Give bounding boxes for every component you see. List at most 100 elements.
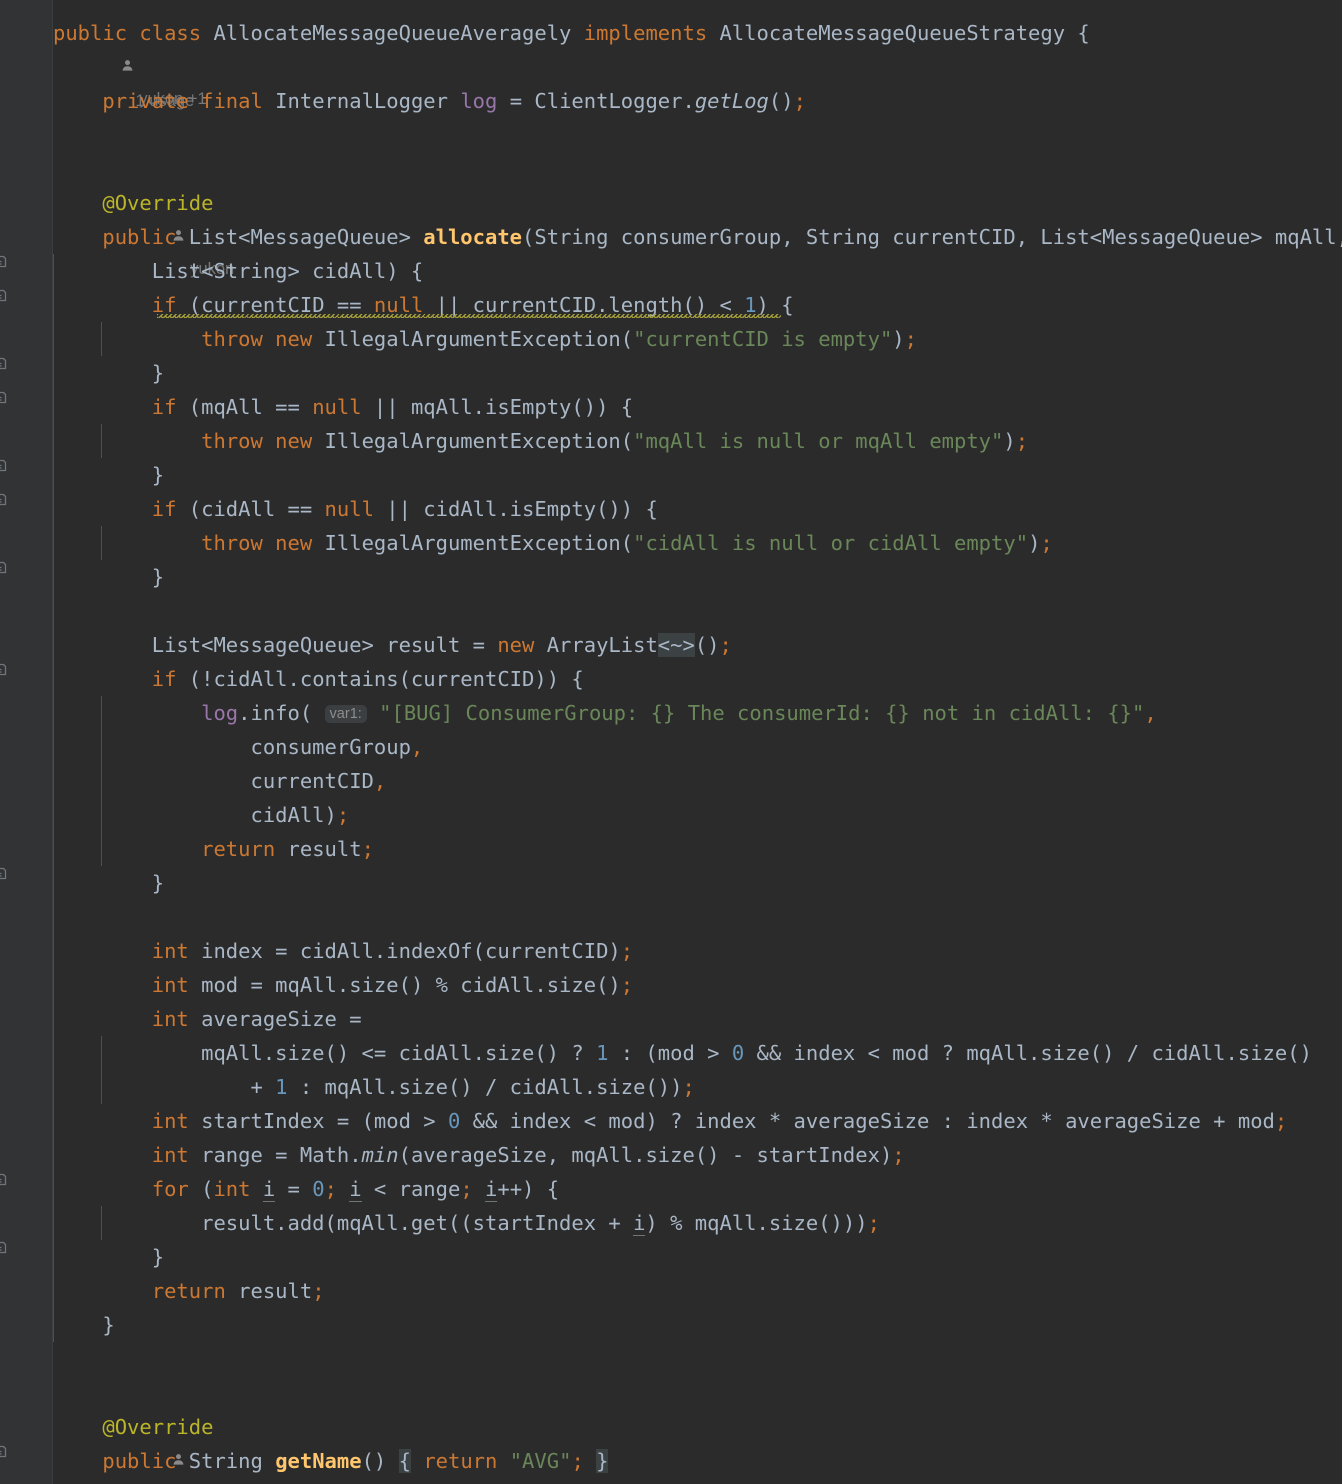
code-line[interactable]: mqAll.size() <= cidAll.size() ? 1 : (mod… [53, 1036, 1312, 1070]
code-line[interactable]: throw new IllegalArgumentException("cidA… [53, 526, 1053, 560]
code-token-plain: consumerGroup [53, 735, 411, 759]
implementing-method-icon[interactable] [0, 288, 8, 305]
code-line[interactable]: consumerGroup, [53, 730, 423, 764]
code-token-kw: final [201, 89, 263, 113]
code-line[interactable]: } [53, 356, 164, 390]
code-token-plain: ( [188, 1177, 214, 1201]
editor-gutter[interactable] [0, 0, 53, 1484]
code-token-plain: ) [1003, 429, 1016, 453]
code-token-plain: = [275, 1177, 313, 1201]
code-area[interactable]: yukon +1 1 usage yukon yukon pub [53, 0, 1342, 1484]
code-line[interactable]: public List<MessageQueue> allocate(Strin… [53, 220, 1342, 254]
code-line[interactable]: throw new IllegalArgumentException("curr… [53, 322, 917, 356]
code-line[interactable]: int range = Math.min(averageSize, mqAll.… [53, 1138, 905, 1172]
indent-guide [101, 696, 102, 866]
code-token-plain: ) % mqAll.size())) [645, 1211, 868, 1235]
code-line[interactable]: private final InternalLogger log = Clien… [53, 84, 806, 118]
code-token-plain: ) [892, 327, 905, 351]
code-line[interactable]: + 1 : mqAll.size() / cidAll.size()); [53, 1070, 695, 1104]
code-token-plain: ArrayList [534, 633, 658, 657]
implementing-method-icon[interactable] [0, 390, 8, 407]
code-line[interactable]: @Override [53, 186, 213, 220]
code-line[interactable]: public String getName() { return "AVG"; … [53, 1444, 609, 1478]
code-token-plain: mqAll.size() <= cidAll.size() ? [53, 1041, 597, 1065]
implementing-method-icon[interactable] [0, 866, 8, 883]
code-line[interactable]: currentCID, [53, 764, 386, 798]
code-token-semi: ; [1040, 531, 1053, 555]
code-token-semi: ; [324, 1177, 337, 1201]
code-token-plain: IllegalArgumentException( [312, 531, 634, 555]
code-token-stat: getLog [694, 89, 769, 113]
code-line[interactable]: } [53, 560, 164, 594]
implementing-method-icon[interactable] [0, 662, 8, 679]
code-token-plain: result.add(mqAll.get((startIndex + [53, 1211, 634, 1235]
code-token-anno: @Override [53, 1415, 214, 1439]
code-vision-author-getname[interactable]: yukon [108, 1376, 234, 1465]
implementing-method-icon[interactable] [0, 560, 8, 577]
code-token-kw: throw [201, 531, 263, 555]
code-token-str: "mqAll is null or mqAll empty" [633, 429, 1004, 453]
code-line[interactable]: int index = cidAll.indexOf(currentCID); [53, 934, 633, 968]
code-token-uline: i [485, 1177, 498, 1202]
code-token-plain: = ClientLogger. [497, 89, 695, 113]
code-token-num: 1 [596, 1041, 609, 1065]
code-line[interactable]: } [53, 1308, 114, 1342]
code-line[interactable]: } [53, 458, 164, 492]
code-line[interactable]: result.add(mqAll.get((startIndex + i) % … [53, 1206, 880, 1240]
code-line[interactable]: } [53, 866, 164, 900]
code-line[interactable]: List<String> cidAll) { [53, 254, 424, 288]
code-vision-authors-top[interactable]: yukon +1 [57, 0, 207, 108]
code-line[interactable]: for (int i = 0; i < range; i++) { [53, 1172, 559, 1206]
code-token-semi: ; [904, 327, 917, 351]
code-line[interactable]: } [53, 1240, 164, 1274]
code-token-kw: throw [201, 429, 263, 453]
code-line[interactable]: return result; [53, 1274, 325, 1308]
code-token-plain: (averageSize, mqAll.size() - startIndex) [398, 1143, 893, 1167]
code-line[interactable]: throw new IllegalArgumentException("mqAl… [53, 424, 1028, 458]
code-token-semi: , [410, 735, 424, 759]
implementing-method-icon[interactable] [0, 1240, 8, 1257]
code-line[interactable]: @Override [53, 1410, 213, 1444]
implementing-method-icon[interactable] [0, 1172, 8, 1189]
code-editor[interactable]: yukon +1 1 usage yukon yukon pub [0, 0, 1342, 1484]
code-token-kw: new [275, 531, 313, 555]
code-token-plain: InternalLogger [262, 89, 461, 113]
code-token-str: "AVG" [509, 1449, 572, 1473]
code-line[interactable]: if (!cidAll.contains(currentCID)) { [53, 662, 584, 696]
implementing-method-icon[interactable] [0, 356, 8, 373]
code-line[interactable]: cidAll); [53, 798, 349, 832]
implementing-method-icon[interactable] [0, 492, 8, 509]
code-line[interactable]: if (cidAll == null || cidAll.isEmpty()) … [53, 492, 658, 526]
code-token-kw: int [151, 973, 189, 997]
code-line[interactable]: log.info( var1: "[BUG] ConsumerGroup: {}… [53, 696, 1157, 730]
code-vision-usage[interactable]: 1 usage [108, 50, 195, 110]
code-line[interactable]: if (mqAll == null || mqAll.isEmpty()) { [53, 390, 633, 424]
code-line[interactable]: public class AllocateMessageQueueAverage… [53, 16, 1090, 50]
code-line[interactable]: List<MessageQueue> result = new ArrayLis… [53, 628, 732, 662]
code-token-inlay: var1: [324, 705, 367, 723]
code-line[interactable]: int averageSize = [53, 1002, 362, 1036]
code-line[interactable]: int mod = mqAll.size() % cidAll.size(); [53, 968, 633, 1002]
code-token-plain: range = Math. [188, 1143, 362, 1167]
code-token-semi: ; [620, 939, 634, 963]
implementing-method-icon[interactable] [0, 254, 8, 271]
implementing-method-icon[interactable] [0, 1444, 8, 1461]
code-token-plain: () [768, 89, 794, 113]
code-token-semi: ; [682, 1075, 695, 1099]
implementing-method-icon[interactable] [0, 458, 8, 475]
code-token-plain: AllocateMessageQueueStrategy { [707, 21, 1090, 45]
code-token-num: 0 [731, 1041, 745, 1065]
code-line[interactable]: int startIndex = (mod > 0 && index < mod… [53, 1104, 1287, 1138]
code-token-plain: cidAll) [53, 803, 337, 827]
code-vision-author-allocate[interactable]: yukon [108, 152, 234, 278]
code-token-plain: averageSize = [188, 1007, 362, 1031]
